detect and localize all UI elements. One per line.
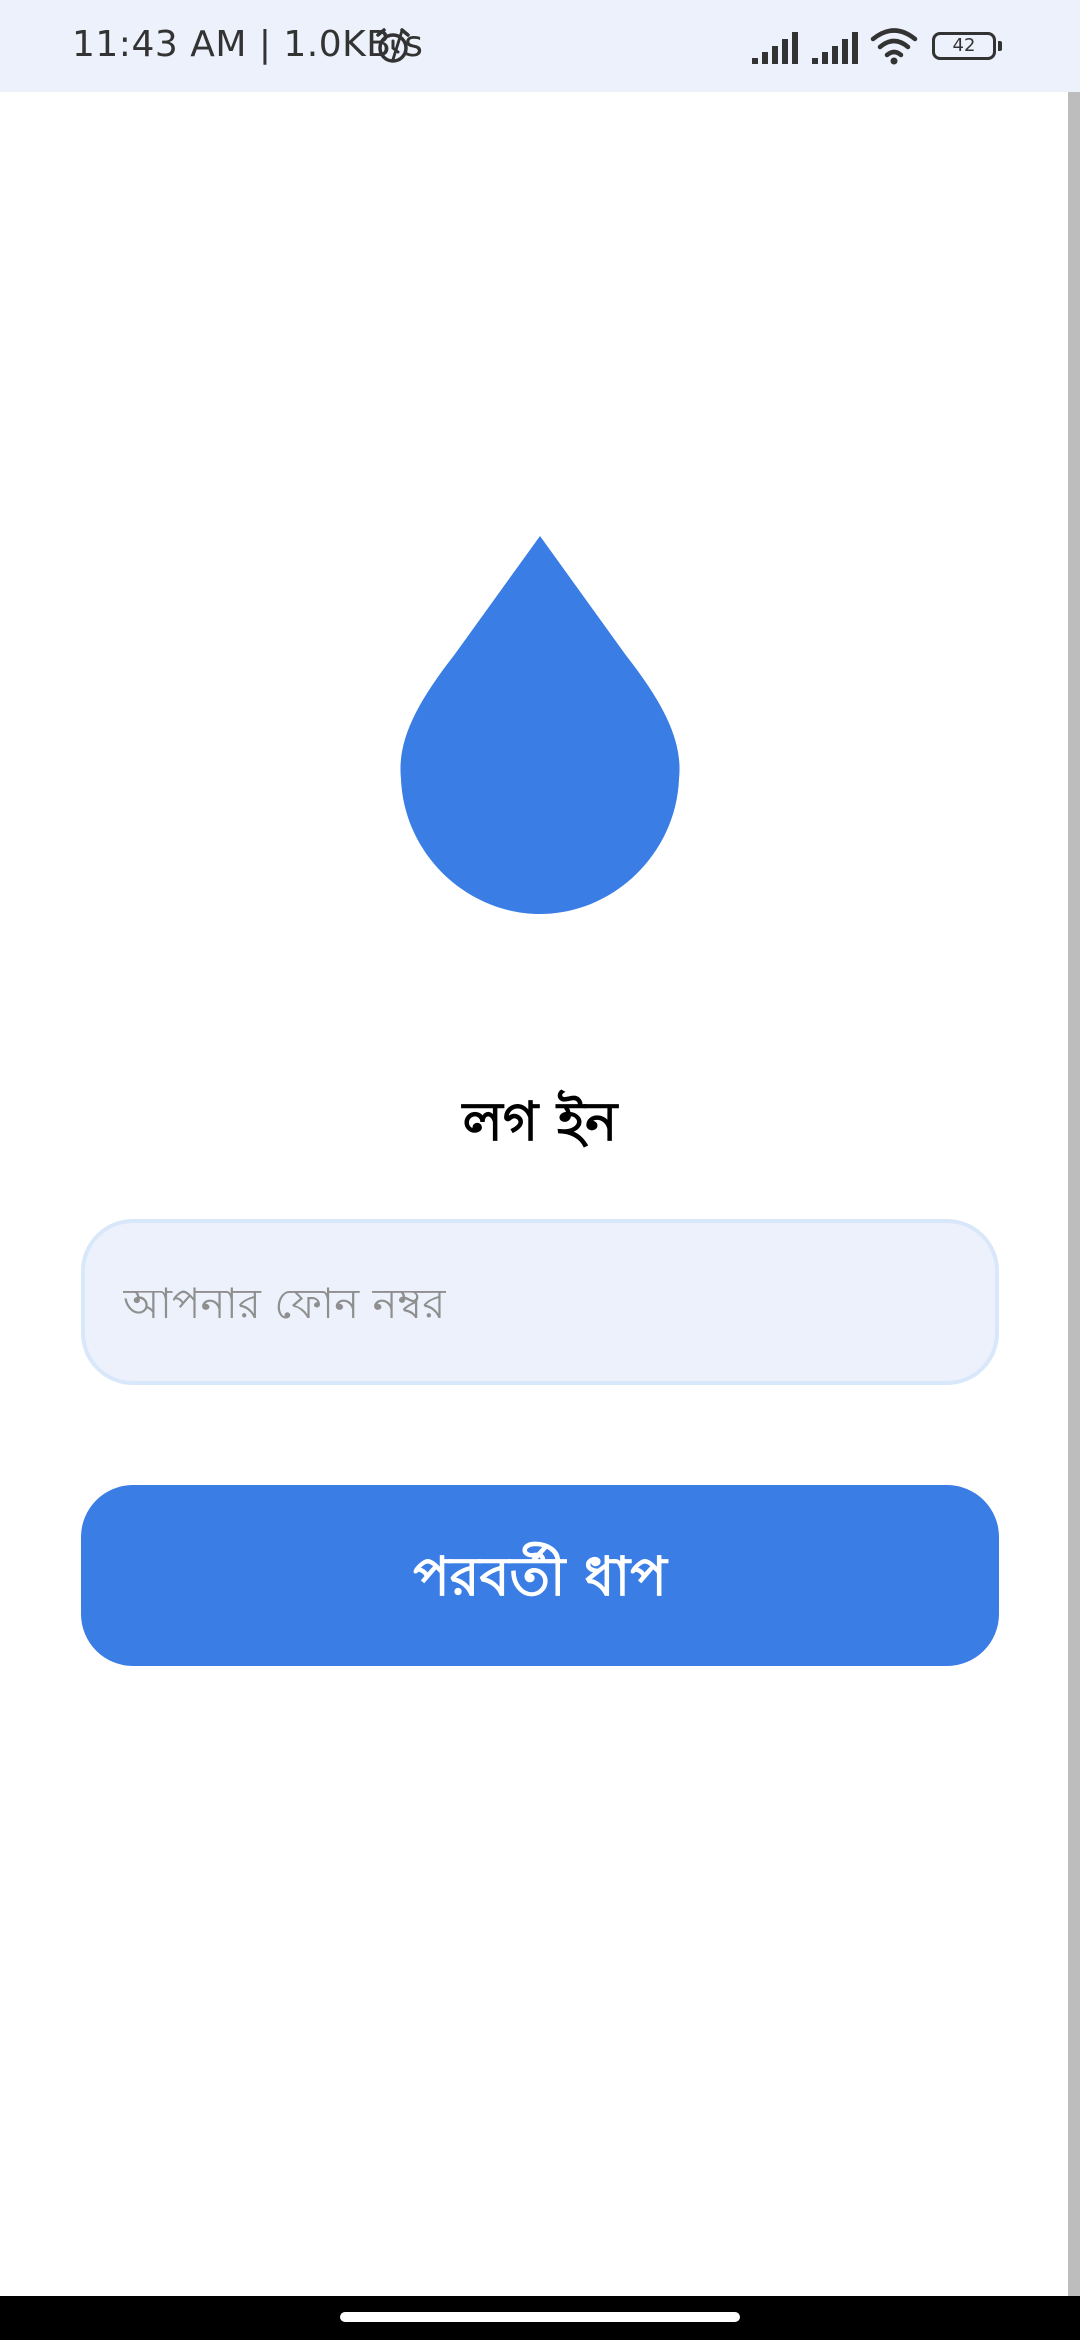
phone-number-input[interactable]	[121, 1223, 965, 1383]
login-screen: 11:43 AM | 1.0KB/s 42 লগ ইন আপনার ফোন নম…	[0, 0, 1080, 2340]
wifi-icon	[870, 28, 918, 65]
phone-field-container	[81, 1219, 999, 1385]
battery-level: 42	[952, 35, 976, 56]
status-bar: 11:43 AM | 1.0KB/s 42	[0, 0, 1080, 92]
navigation-bar	[0, 2296, 1080, 2340]
alarm-icon	[376, 28, 410, 63]
home-indicator[interactable]	[340, 2312, 740, 2322]
water-drop-icon	[400, 536, 680, 914]
next-step-button[interactable]: পরবর্তী ধাপ	[81, 1485, 999, 1666]
battery-icon: 42	[932, 32, 1002, 60]
scroll-indicator	[1068, 92, 1080, 2296]
page-title: লগ ইন	[462, 1090, 618, 1153]
signal-icon	[812, 32, 858, 64]
signal-icon	[752, 32, 798, 64]
status-time: 11:43 AM | 1.0KB/s	[72, 24, 424, 65]
